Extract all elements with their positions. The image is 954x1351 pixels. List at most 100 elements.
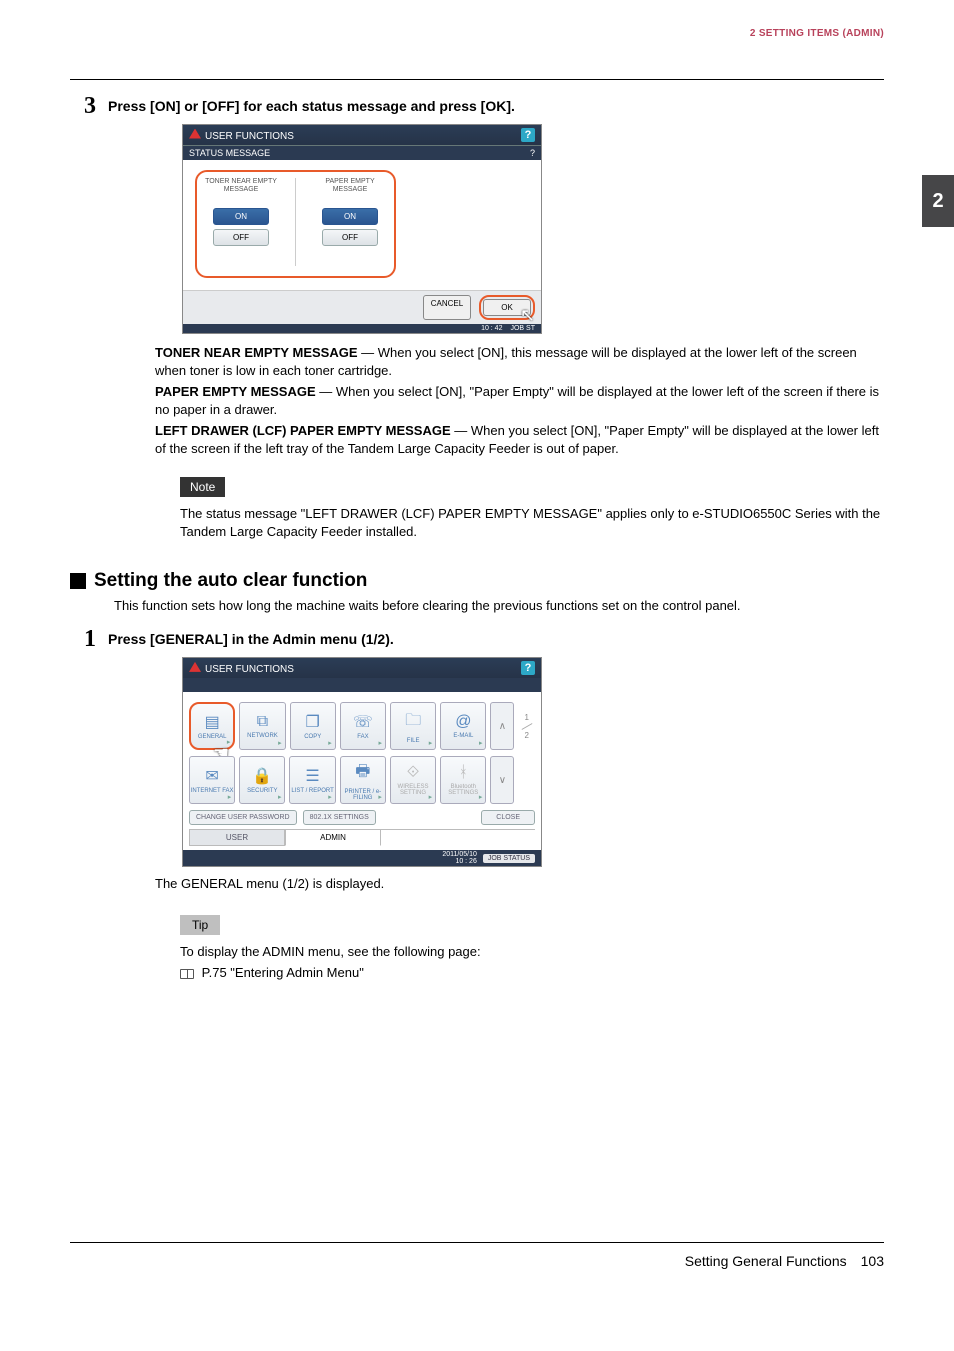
fax-button[interactable]: ☏FAX▸ [340, 702, 386, 750]
step-3: 3 Press [ON] or [OFF] for each status me… [70, 94, 884, 118]
job-status-button[interactable]: JOB ST [510, 325, 535, 332]
toner-desc: TONER NEAR EMPTY MESSAGE — When you sele… [155, 344, 884, 379]
screen1-statusbar: 10 : 42 JOB ST [183, 324, 541, 333]
screen2-datetime: 2011/05/10 10 : 26 [442, 851, 477, 865]
network-button[interactable]: ⧉NETWORK▸ [239, 702, 285, 750]
screen2-tabs: USER ADMIN [189, 829, 535, 846]
section-heading: Setting the auto clear function [70, 570, 884, 592]
copy-label: COPY [304, 734, 321, 740]
job-status-button[interactable]: JOB STATUS [483, 854, 535, 863]
step-3-text: Press [ON] or [OFF] for each status mess… [108, 94, 884, 114]
paper-label: PAPER EMPTY MESSAGE [314, 178, 386, 200]
wireless-button[interactable]: ⟐WIRELESS SETTING▸ [390, 756, 436, 804]
tip-line-1: To display the ADMIN menu, see the follo… [180, 943, 884, 961]
step-1-number: 1 [70, 627, 108, 651]
security-button[interactable]: 🔒SECURITY▸ [239, 756, 285, 804]
step1-post-text: The GENERAL menu (1/2) is displayed. [155, 875, 884, 893]
screen1-title: USER FUNCTIONS [205, 131, 294, 142]
column-divider [295, 178, 296, 266]
note-text: The status message "LEFT DRAWER (LCF) PA… [180, 505, 884, 540]
screen2-button-row: CHANGE USER PASSWORD 802.1X SETTINGS CLO… [189, 810, 535, 825]
toner-near-empty-column: TONER NEAR EMPTY MESSAGE ON OFF [205, 178, 277, 266]
menu-row-1: ▤ GENERAL▸ ☚ ⧉NETWORK▸ ❐COPY▸ ☏FAX▸ 🗀FIL… [189, 702, 535, 750]
top-rule [70, 79, 884, 80]
printer-icon: 🖶 [355, 760, 370, 787]
screen2-titlebar: USER FUNCTIONS ? [183, 658, 541, 678]
security-label: SECURITY [247, 788, 277, 794]
section-desc: This function sets how long the machine … [114, 598, 884, 613]
security-icon: 🔒 [252, 766, 272, 786]
step-3-number: 3 [70, 94, 108, 118]
pager-down-column: ∨ [490, 756, 514, 804]
change-password-button[interactable]: CHANGE USER PASSWORD [189, 810, 297, 825]
toner-off-button[interactable]: OFF [213, 229, 269, 246]
alert-icon [189, 662, 201, 672]
email-button[interactable]: @E-MAIL▸ [440, 702, 486, 750]
email-label: E-MAIL [453, 733, 473, 739]
file-label: FILE [407, 738, 420, 744]
general-label: GENERAL [198, 734, 227, 740]
alert-icon [189, 129, 201, 139]
file-button[interactable]: 🗀FILE▸ [390, 702, 436, 750]
bluetooth-icon: ᚼ [458, 764, 468, 782]
screen2-statusbar: 2011/05/10 10 : 26 JOB STATUS [183, 850, 541, 866]
note-label: Note [180, 477, 225, 497]
screen2-title: USER FUNCTIONS [205, 664, 294, 675]
screen1-footer: CANCEL OK ↖ [183, 290, 541, 324]
header-breadcrumb: 2 SETTING ITEMS (ADMIN) [70, 28, 884, 39]
section-title: Setting the auto clear function [94, 570, 367, 592]
pager-column: ∧ [490, 702, 514, 750]
footer-page: 103 [861, 1253, 884, 1269]
status-message-screenshot: USER FUNCTIONS ? STATUS MESSAGE ? TONER … [182, 124, 542, 334]
tab-user[interactable]: USER [189, 830, 285, 846]
page-total: 2 [524, 731, 528, 740]
general-button[interactable]: ▤ GENERAL▸ ☚ [189, 702, 235, 750]
bluetooth-button[interactable]: ᚼBluetooth SETTINGS▸ [440, 756, 486, 804]
screen2-body: ▤ GENERAL▸ ☚ ⧉NETWORK▸ ❐COPY▸ ☏FAX▸ 🗀FIL… [183, 692, 541, 850]
copy-button[interactable]: ❐COPY▸ [290, 702, 336, 750]
email-icon: @ [455, 713, 471, 731]
cancel-button[interactable]: CANCEL [423, 295, 471, 320]
help-icon[interactable]: ? [530, 148, 535, 158]
admin-menu-screenshot: USER FUNCTIONS ? ▤ GENERAL▸ ☚ ⧉NETWORK▸ … [182, 657, 542, 867]
page-indicator: 1 2 [518, 702, 535, 750]
paper-off-button[interactable]: OFF [322, 229, 378, 246]
toner-on-button[interactable]: ON [213, 208, 269, 225]
help-icon[interactable]: ? [521, 661, 535, 675]
copy-icon: ❐ [306, 712, 320, 732]
list-report-button[interactable]: ☰LIST / REPORT▸ [289, 756, 335, 804]
options-highlight: TONER NEAR EMPTY MESSAGE ON OFF PAPER EM… [195, 170, 396, 278]
ifax-button[interactable]: ✉INTERNET FAX▸ [189, 756, 235, 804]
screen1-time: 10 : 42 [481, 325, 502, 332]
network-label: NETWORK [247, 733, 278, 739]
network-icon: ⧉ [257, 713, 268, 731]
screen2-subbar [183, 678, 541, 692]
tip-label: Tip [180, 915, 220, 935]
menu-row-2: ✉INTERNET FAX▸ 🔒SECURITY▸ ☰LIST / REPORT… [189, 756, 535, 804]
chapter-side-tab: 2 [922, 175, 954, 227]
lcf-desc: LEFT DRAWER (LCF) PAPER EMPTY MESSAGE — … [155, 422, 884, 457]
printer-efiling-button[interactable]: 🖶PRINTER / e-FILING▸ [340, 756, 386, 804]
square-bullet-icon [70, 573, 86, 589]
page-current: 1 [524, 713, 528, 722]
fax-icon: ☏ [353, 712, 373, 732]
general-icon: ▤ [205, 712, 220, 732]
8021x-button[interactable]: 802.1X SETTINGS [303, 810, 376, 825]
page-footer: Setting General Functions 103 [70, 1242, 884, 1269]
help-icon[interactable]: ? [521, 128, 535, 142]
file-icon: 🗀 [405, 709, 421, 736]
screen1-titlebar: USER FUNCTIONS ? [183, 125, 541, 145]
list-icon: ☰ [305, 766, 319, 786]
paper-empty-column: PAPER EMPTY MESSAGE ON OFF [314, 178, 386, 266]
screen1-subtitle: STATUS MESSAGE [189, 148, 270, 158]
close-button[interactable]: CLOSE [481, 810, 535, 825]
fax-label: FAX [357, 734, 368, 740]
tab-admin[interactable]: ADMIN [285, 830, 381, 846]
step-1: 1 Press [GENERAL] in the Admin menu (1/2… [70, 627, 884, 651]
screen1-body: TONER NEAR EMPTY MESSAGE ON OFF PAPER EM… [183, 160, 541, 290]
wireless-icon: ⟐ [407, 764, 420, 782]
paper-on-button[interactable]: ON [322, 208, 378, 225]
page-up-button[interactable]: ∧ [490, 702, 514, 750]
tip-line-2: P.75 "Entering Admin Menu" [180, 964, 884, 982]
page-down-button[interactable]: ∨ [490, 756, 514, 804]
